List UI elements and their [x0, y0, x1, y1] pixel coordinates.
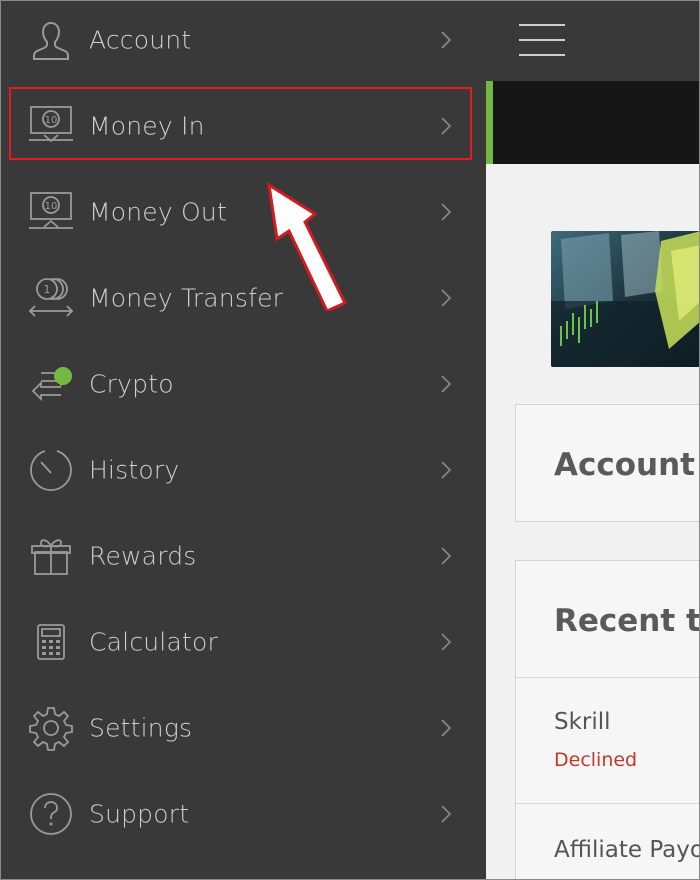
sidebar-item-label: Money Out	[89, 197, 227, 227]
chevron-right-icon	[441, 461, 452, 479]
gear-icon	[27, 704, 75, 752]
sidebar-item-support[interactable]: Support	[1, 771, 486, 857]
sidebar-item-rewards[interactable]: Rewards	[1, 513, 486, 599]
chevron-right-icon	[441, 31, 452, 49]
money-transfer-icon: 1	[27, 274, 75, 322]
top-bar	[486, 1, 699, 81]
sidebar-menu: Account 10 Money In 10 Money Out 1 Money…	[1, 1, 486, 879]
money-in-icon: 10	[27, 102, 75, 150]
transaction-row[interactable]: Affiliate Payo	[516, 803, 700, 879]
chevron-right-icon	[441, 547, 452, 565]
sidebar-item-label: History	[89, 455, 180, 485]
sidebar-item-label: Crypto	[89, 369, 174, 399]
sidebar-item-label: Account	[89, 25, 192, 55]
chevron-right-icon	[441, 289, 452, 307]
main-content: Account Recent tr Skrill Declined Affili…	[486, 1, 700, 879]
account-card-title: Account	[554, 447, 695, 483]
sidebar-item-account[interactable]: Account	[1, 1, 486, 83]
sidebar-item-money-transfer[interactable]: 1 Money Transfer	[1, 255, 486, 341]
crypto-icon	[27, 360, 75, 408]
svg-text:1: 1	[44, 283, 51, 296]
sidebar-item-label: Money Transfer	[89, 283, 284, 313]
chevron-right-icon	[441, 375, 452, 393]
sidebar-item-label: Money In	[89, 111, 205, 141]
history-icon	[27, 446, 75, 494]
chevron-right-icon	[441, 203, 452, 221]
sidebar-item-money-out[interactable]: 10 Money Out	[1, 169, 486, 255]
calculator-icon	[27, 618, 75, 666]
promo-banner-image[interactable]	[551, 231, 699, 367]
sidebar-item-label: Calculator	[89, 627, 218, 657]
chevron-right-icon	[441, 117, 452, 135]
sidebar-item-history[interactable]: History	[1, 427, 486, 513]
chevron-right-icon	[441, 805, 452, 823]
recent-transactions-card: Recent tr Skrill Declined Affiliate Payo	[515, 560, 700, 879]
sidebar-item-calculator[interactable]: Calculator	[1, 599, 486, 685]
app-frame: Account 10 Money In 10 Money Out 1 Money…	[0, 0, 700, 880]
hero-band	[486, 81, 699, 164]
question-icon	[27, 790, 75, 838]
hero-accent-bar	[486, 81, 493, 164]
sidebar-item-settings[interactable]: Settings	[1, 685, 486, 771]
user-icon	[27, 16, 75, 64]
sidebar-item-label: Rewards	[89, 541, 197, 571]
recent-transactions-title: Recent tr	[554, 603, 700, 639]
transaction-row[interactable]: Skrill Declined	[516, 677, 699, 804]
hamburger-menu-icon[interactable]	[519, 23, 565, 57]
transaction-name: Affiliate Payo	[554, 837, 700, 863]
chevron-right-icon	[441, 719, 452, 737]
svg-text:10: 10	[45, 201, 58, 212]
svg-text:10: 10	[45, 115, 58, 126]
sidebar-item-label: Support	[89, 799, 190, 829]
sidebar-item-label: Settings	[89, 713, 193, 743]
sidebar-item-crypto[interactable]: Crypto	[1, 341, 486, 427]
account-card: Account	[515, 404, 699, 522]
transaction-status: Declined	[554, 749, 638, 771]
gift-icon	[27, 532, 75, 580]
transaction-name: Skrill	[554, 709, 611, 735]
money-out-icon: 10	[27, 188, 75, 236]
chevron-right-icon	[441, 633, 452, 651]
sidebar-item-money-in[interactable]: 10 Money In	[1, 83, 486, 169]
